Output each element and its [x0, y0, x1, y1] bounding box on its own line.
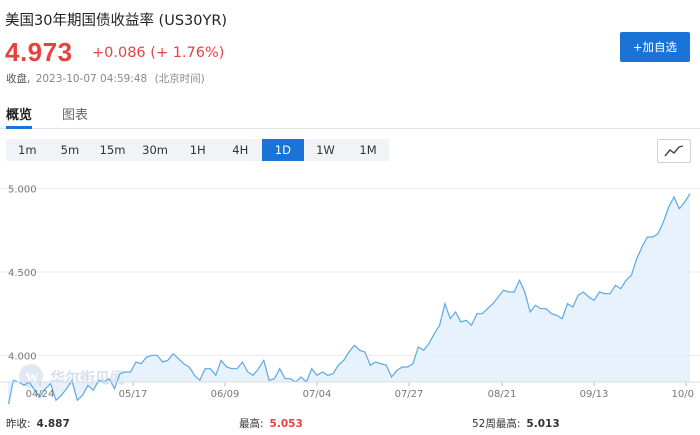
- change-percent: (+ 1.76%): [150, 45, 225, 61]
- x-tick-label: 07/04: [303, 389, 332, 400]
- stat-high: 最高: 5.053: [239, 416, 303, 431]
- period-1d[interactable]: 1D: [261, 139, 305, 161]
- 52wk-high-value: 5.013: [526, 418, 560, 430]
- close-timestamp: 收盘, 2023-10-07 04:59:48 (北京时间): [6, 71, 205, 86]
- period-1h[interactable]: 1H: [176, 139, 219, 161]
- stats-bar: 昨收: 4.887 最高: 5.053 52周最高: 5.013: [0, 414, 700, 435]
- x-tick-label: 04/24: [26, 389, 55, 400]
- period-1w[interactable]: 1W: [304, 139, 347, 161]
- page-title: 美国30年期国债收益率 (US30YR): [5, 13, 228, 29]
- period-1m[interactable]: 1m: [6, 139, 49, 161]
- period-1mo[interactable]: 1M: [347, 139, 390, 161]
- tab-bar: 概览 图表: [0, 98, 700, 129]
- period-selector: 1m 5m 15m 30m 1H 4H 1D 1W 1M: [6, 139, 390, 161]
- change-value: +0.086: [92, 45, 146, 61]
- prev-close-label: 昨收:: [6, 418, 31, 430]
- price-change: +0.086 (+ 1.76%): [92, 45, 224, 61]
- period-5m[interactable]: 5m: [49, 139, 92, 161]
- add-to-watchlist-button[interactable]: +加自选: [620, 32, 690, 62]
- y-tick-label: 5.000: [8, 185, 37, 196]
- x-tick-label: 08/21: [488, 389, 517, 400]
- chart-type-button[interactable]: [657, 139, 691, 163]
- line-chart-icon: [664, 145, 684, 157]
- x-tick-label: 09/13: [580, 389, 609, 400]
- period-15m[interactable]: 15m: [91, 139, 134, 161]
- current-price: 4.973: [5, 37, 73, 67]
- x-tick-label: 10/0: [672, 389, 694, 400]
- stat-prev-close: 昨收: 4.887: [6, 416, 70, 431]
- close-time: 2023-10-07 04:59:48: [35, 73, 148, 85]
- close-label: 收盘,: [6, 73, 31, 85]
- timezone-label: (北京时间): [154, 73, 205, 85]
- y-tick-label: 4.000: [8, 351, 37, 362]
- y-tick-label: 4.500: [8, 268, 37, 279]
- tab-chart[interactable]: 图表: [62, 104, 88, 123]
- prev-close-value: 4.887: [36, 418, 70, 430]
- period-30m[interactable]: 30m: [134, 139, 177, 161]
- period-4h[interactable]: 4H: [219, 139, 262, 161]
- x-tick-label: 07/27: [395, 389, 424, 400]
- active-tab-indicator: [6, 126, 32, 129]
- stat-52wk-high: 52周最高: 5.013: [472, 416, 560, 431]
- x-tick-label: 05/17: [119, 389, 148, 400]
- yield-chart: W 华尔街见闻 5.0004.5004.0003.500 04/2405/170…: [0, 185, 700, 404]
- high-label: 最高:: [239, 418, 264, 430]
- high-value: 5.053: [269, 418, 303, 430]
- tab-overview[interactable]: 概览: [6, 104, 32, 123]
- 52wk-high-label: 52周最高:: [472, 418, 521, 430]
- x-tick-label: 06/09: [211, 389, 240, 400]
